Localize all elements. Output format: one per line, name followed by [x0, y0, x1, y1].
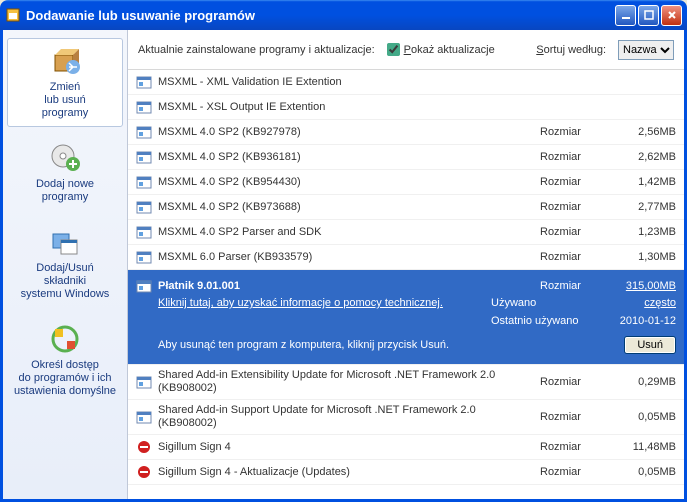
list-item[interactable]: Shared Add-in Extensibility Update for M…: [128, 365, 684, 400]
app-icon: [5, 7, 21, 23]
installed-programs-label: Aktualnie zainstalowane programy i aktua…: [138, 44, 375, 56]
cd-add-icon: [49, 142, 81, 174]
show-updates-checkbox[interactable]: [387, 43, 400, 56]
sidebar-label: Dodaj noweprogramy: [10, 178, 120, 204]
size-label: Rozmiar: [540, 151, 600, 163]
window: Dodawanie lub usuwanie programów Zmieńlu…: [0, 0, 687, 502]
remove-instruction: Aby usunąć ten program z komputera, klik…: [158, 339, 624, 351]
size-label: Rozmiar: [540, 280, 600, 292]
list-item[interactable]: Shared Add-in Support Update for Microso…: [128, 400, 684, 435]
program-icon: [136, 374, 152, 390]
program-name: MSXML 4.0 SP2 (KB936181): [158, 151, 534, 164]
size-value: 0,05MB: [606, 411, 676, 423]
program-icon: [136, 464, 152, 480]
size-value: 0,05MB: [606, 466, 676, 478]
sort-by-select[interactable]: Nazwa: [618, 40, 674, 60]
program-name: Shared Add-in Extensibility Update for M…: [158, 369, 534, 395]
sidebar-add-new[interactable]: Dodaj noweprogramy: [7, 135, 123, 211]
size-value: 2,62MB: [606, 151, 676, 163]
last-used-label: Ostatnio używano: [491, 315, 601, 327]
list-item[interactable]: MSXML 4.0 SP2 (KB954430) Rozmiar 1,42MB: [128, 170, 684, 195]
size-value: 1,23MB: [606, 226, 676, 238]
size-value: 2,56MB: [606, 126, 676, 138]
size-label: Rozmiar: [540, 126, 600, 138]
size-value: 1,30MB: [606, 251, 676, 263]
program-name: MSXML 6.0 Parser (KB933579): [158, 251, 534, 264]
program-icon: [136, 124, 152, 140]
list-item[interactable]: MSXML 6.0 Parser (KB933579) Rozmiar 1,30MB: [128, 245, 684, 270]
window-title: Dodawanie lub usuwanie programów: [26, 8, 615, 23]
size-label: Rozmiar: [540, 176, 600, 188]
used-label: Używano: [491, 297, 601, 309]
sidebar-program-access[interactable]: Określ dostępdo programów i ichustawieni…: [7, 316, 123, 405]
minimize-button[interactable]: [615, 5, 636, 26]
program-icon: [136, 199, 152, 215]
list-item[interactable]: Sigillum Sign 4 Rozmiar 11,48MB: [128, 435, 684, 460]
list-item[interactable]: MSXML 4.0 SP2 (KB973688) Rozmiar 2,77MB: [128, 195, 684, 220]
program-icon: [136, 74, 152, 90]
size-label: Rozmiar: [540, 441, 600, 453]
remove-button[interactable]: Usuń: [624, 336, 676, 354]
sort-by-label: Sortuj według:: [536, 44, 606, 56]
program-icon: [136, 149, 152, 165]
list-item[interactable]: Sigillum Sign 4 - Aktualizacje (Updates)…: [128, 460, 684, 485]
show-updates-label[interactable]: Pokaż aktualizacje: [404, 44, 495, 56]
program-list[interactable]: MSXML - XML Validation IE Extention MSXML…: [128, 70, 684, 499]
sidebar-label: Zmieńlub usuńprogramy: [10, 81, 120, 120]
size-label: Rozmiar: [540, 411, 600, 423]
size-value: 0,29MB: [606, 376, 676, 388]
list-item[interactable]: MSXML - XML Validation IE Extention: [128, 70, 684, 95]
box-remove-icon: [49, 45, 81, 77]
size-value: 2,77MB: [606, 201, 676, 213]
program-icon: [136, 249, 152, 265]
list-item[interactable]: MSXML - XSL Output IE Extention: [128, 95, 684, 120]
program-name: MSXML 4.0 SP2 (KB954430): [158, 176, 534, 189]
used-value[interactable]: często: [601, 297, 676, 309]
close-button[interactable]: [661, 5, 682, 26]
sidebar: Zmieńlub usuńprogramy Dodaj noweprogramy…: [3, 30, 128, 499]
program-name: MSXML 4.0 SP2 Parser and SDK: [158, 226, 534, 239]
size-value: 11,48MB: [606, 441, 676, 453]
list-item[interactable]: MSXML 4.0 SP2 (KB927978) Rozmiar 2,56MB: [128, 120, 684, 145]
toolbar: Aktualnie zainstalowane programy i aktua…: [128, 30, 684, 70]
program-icon: [136, 99, 152, 115]
size-label: Rozmiar: [540, 251, 600, 263]
program-name: Sigillum Sign 4 - Aktualizacje (Updates): [158, 466, 534, 479]
program-icon: [136, 224, 152, 240]
sidebar-label: Dodaj/Usuńskładnikisystemu Windows: [10, 262, 120, 301]
windows-components-icon: [49, 226, 81, 258]
sidebar-windows-components[interactable]: Dodaj/Usuńskładnikisystemu Windows: [7, 219, 123, 308]
program-icon: [136, 409, 152, 425]
size-value: 1,42MB: [606, 176, 676, 188]
program-icon: [136, 174, 152, 190]
sidebar-label: Określ dostępdo programów i ichustawieni…: [10, 359, 120, 398]
program-icon: [136, 278, 152, 294]
program-name: Płatnik 9.01.001: [158, 280, 534, 293]
titlebar[interactable]: Dodawanie lub usuwanie programów: [0, 0, 687, 30]
sidebar-change-remove[interactable]: Zmieńlub usuńprogramy: [7, 38, 123, 127]
main-panel: Aktualnie zainstalowane programy i aktua…: [128, 30, 684, 499]
size-label: Rozmiar: [540, 226, 600, 238]
list-item-selected[interactable]: Płatnik 9.01.001 Rozmiar 315,00MB Klikni…: [128, 270, 684, 365]
program-name: Shared Add-in Support Update for Microso…: [158, 404, 534, 430]
list-item[interactable]: MSXML 4.0 SP2 (KB936181) Rozmiar 2,62MB: [128, 145, 684, 170]
program-access-icon: [49, 323, 81, 355]
size-label: Rozmiar: [540, 466, 600, 478]
program-name: MSXML - XML Validation IE Extention: [158, 76, 676, 89]
program-name: MSXML 4.0 SP2 (KB927978): [158, 126, 534, 139]
program-name: MSXML 4.0 SP2 (KB973688): [158, 201, 534, 214]
support-link[interactable]: Kliknij tutaj, aby uzyskać informacje o …: [158, 297, 491, 309]
size-value[interactable]: 315,00MB: [606, 280, 676, 292]
program-name: Sigillum Sign 4: [158, 441, 534, 454]
program-icon: [136, 439, 152, 455]
last-used-value: 2010-01-12: [601, 315, 676, 327]
size-label: Rozmiar: [540, 201, 600, 213]
size-label: Rozmiar: [540, 376, 600, 388]
maximize-button[interactable]: [638, 5, 659, 26]
list-item[interactable]: MSXML 4.0 SP2 Parser and SDK Rozmiar 1,23M…: [128, 220, 684, 245]
program-name: MSXML - XSL Output IE Extention: [158, 101, 676, 114]
